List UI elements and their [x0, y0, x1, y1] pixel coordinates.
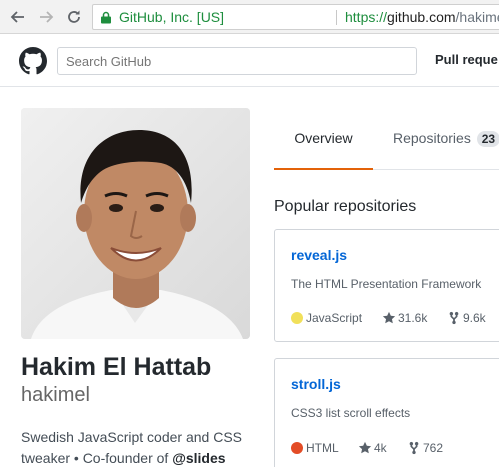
- pull-requests-link[interactable]: Pull reque: [435, 52, 498, 67]
- repo-description: CSS3 list scroll effects: [291, 406, 411, 420]
- profile-tabs: Overview Repositories 23: [274, 108, 499, 170]
- repositories-count-badge: 23: [476, 131, 499, 147]
- forward-button[interactable]: [36, 7, 56, 27]
- language-color-dot: [291, 442, 303, 454]
- repo-description: The HTML Presentation Framework: [291, 277, 482, 291]
- reload-icon: [68, 10, 80, 23]
- repo-language-label: JavaScript: [306, 311, 363, 325]
- repo-stars-count: 31.6k: [398, 311, 428, 325]
- repo-language: HTML: [291, 440, 339, 456]
- star-icon: [358, 441, 372, 454]
- language-color-dot: [291, 312, 303, 324]
- avatar: [21, 108, 250, 339]
- repo-stars-link[interactable]: 31.6k: [382, 310, 427, 326]
- address-separator: [336, 10, 337, 25]
- back-button[interactable]: [8, 7, 28, 27]
- github-header: Pull reque: [0, 35, 499, 87]
- repo-card: stroll.js CSS3 list scroll effects HTML …: [274, 358, 499, 467]
- lock-icon: [101, 11, 111, 24]
- repo-forks-count: 9.6k: [463, 311, 486, 325]
- repo-name-link[interactable]: reveal.js: [291, 247, 347, 263]
- url-path: /hakimel: [455, 9, 499, 25]
- address-bar[interactable]: GitHub, Inc. [US] https://github.com/hak…: [92, 4, 499, 30]
- secure-site-label: GitHub, Inc. [US]: [119, 9, 225, 25]
- repo-language: JavaScript: [291, 310, 362, 326]
- fork-icon: [409, 441, 419, 455]
- arrow-right-icon: [40, 11, 54, 23]
- profile-full-name: Hakim El Hattab: [21, 353, 212, 381]
- repo-stars-count: 4k: [374, 441, 387, 455]
- bio-mention-link[interactable]: @slides: [172, 450, 225, 466]
- repo-name-link[interactable]: stroll.js: [291, 376, 341, 392]
- avatar-photo: [21, 108, 250, 339]
- github-logo-icon[interactable]: [19, 47, 47, 75]
- repo-card: reveal.js The HTML Presentation Framewor…: [274, 229, 499, 342]
- url-host: github.com: [387, 9, 456, 25]
- tab-overview[interactable]: Overview: [274, 108, 373, 170]
- arrow-left-icon: [10, 11, 24, 23]
- fork-icon: [449, 311, 459, 325]
- repo-forks-link[interactable]: 9.6k: [447, 310, 486, 326]
- url-scheme: https://: [345, 9, 388, 25]
- repo-forks-count: 762: [423, 441, 444, 455]
- repo-forks-link[interactable]: 762: [407, 440, 443, 456]
- url-text: https://github.com/hakimel: [345, 5, 499, 29]
- profile-username: hakimel: [21, 384, 90, 406]
- repo-language-label: HTML: [306, 441, 339, 455]
- tab-repositories-label: Repositories: [393, 130, 471, 146]
- tab-repositories[interactable]: Repositories 23: [393, 108, 499, 170]
- browser-toolbar: GitHub, Inc. [US] https://github.com/hak…: [0, 0, 499, 34]
- popular-repositories-heading: Popular repositories: [274, 198, 417, 215]
- star-icon: [382, 311, 396, 324]
- search-input[interactable]: [57, 47, 417, 75]
- reload-button[interactable]: [64, 7, 84, 27]
- profile-bio: Swedish JavaScript coder and CSS tweaker…: [21, 427, 256, 467]
- repo-stars-link[interactable]: 4k: [358, 440, 387, 456]
